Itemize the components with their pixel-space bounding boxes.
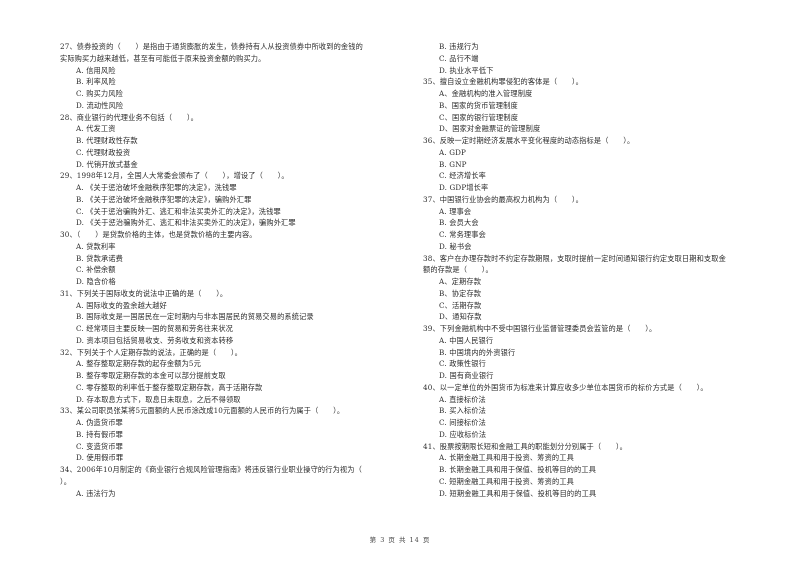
question-stem: 38、客户在办理存款时不约定存款期限，支取时提前一定时间通知银行约定支取日期和支… [423,253,726,263]
answer-option: D. GDP增长率 [439,183,489,192]
answer-option: C. 短期金融工具和用于投资、筹资的工具 [439,476,575,486]
answer-option: A. 长期金融工具和用于投资、筹资的工具 [439,453,574,463]
answer-option: B. 整存零取定期存款的本金可以部分提前支取 [76,371,226,380]
question-stem: 41、股票按期限长短和金融工具的职能划分分别属于（ ）。 [423,441,627,451]
answer-option: B. GNP [439,159,467,169]
question-stem: 28、商业银行的代理业务不包括（ ）。 [60,112,198,122]
answer-option: D. 资本项目包括贸易收支、劳务收支和资本转移 [76,335,234,345]
answer-option: B. 长期金融工具和用于保值、投机等目的的工具 [439,465,597,474]
answer-option: B. 会员大会 [439,218,479,228]
answer-option: B. 持有假币罪 [76,429,123,439]
answer-option: D. 国有商业银行 [439,371,494,380]
answer-option: D. 秘书会 [439,241,472,251]
question-stem: 40、以一定单位的外国货币为标准来计算应收多少单位本国货币的标价方式是（ ）。 [423,382,708,392]
answer-option: A. 国际收支的盈余越大越好 [76,300,167,310]
answer-option: A、定期存款 [439,277,482,286]
answer-option: A. 理事会 [439,206,472,216]
answer-option: A. 贷款利率 [76,241,116,251]
answer-option: C. 经济增长率 [439,171,486,181]
answer-option: D. 使用假币罪 [76,453,124,463]
question-stem-continuation: 实际购买力越来越低，甚至有可能低于原来投资金额的购买力。 [60,53,266,63]
answer-option: A. 整存整取定期存款的起存金额为5元 [76,359,201,369]
question-stem: 27、债券投资的（ ）是指由于通货膨胀的发生，债券持有人从投资债券中所收到的金钱… [60,42,363,51]
question-stem: 33、某公司职员张某将5元面额的人民币涂改成10元面额的人民币的行为属于（ ）。 [60,406,345,416]
answer-option: A. 中国人民银行 [439,335,494,345]
answer-option: A. 伪造货币罪 [76,418,123,427]
answer-option: C. 政策性银行 [439,359,486,369]
question-stem: 35、擅自设立金融机构罪侵犯的客体是（ ）。 [423,77,583,87]
question-stem-continuation: 额的存款是（ ）。 [423,265,493,275]
question-stem: 32、下列关于个人定期存款的说法，正确的是（ ）。 [60,347,242,357]
answer-option: C. 品行不端 [439,53,479,63]
answer-option: B. 违规行为 [439,42,479,51]
answer-option: C. 购买力风险 [76,89,123,98]
question-stem: 39、下列金融机构中不受中国银行业监督管理委员会监管的是（ ）。 [423,324,657,333]
right-column: B. 违规行为 C. 品行不端 D. 执业水平低下 35、擅自设立金融机构罪侵犯的客体… [423,41,775,499]
answer-option: D. 短期金融工具和用于保值、投机等目的的工具 [439,488,597,498]
answer-option: C. 零存整取的利率低于整存整取定期存款，高于活期存款 [76,382,263,392]
answer-option: C. 常务理事会 [439,230,486,239]
answer-option: B、协定存款 [439,288,482,298]
question-stem-continuation: ）。 [60,476,72,486]
answer-option: B. 买入标价法 [439,406,486,416]
answer-option: A. 直接标价法 [439,394,486,404]
answer-option: A. 信用风险 [76,65,116,75]
answer-option: A. 代发工资 [76,124,116,134]
question-stem: 36、反映一定时期经济发展水平变化程度的动态指标是（ ）。 [423,136,635,145]
question-stem: 34、2006年10月制定的《商业银行合规风险管理指南》将违反银行业职业操守的行… [60,465,362,474]
answer-option: C. 补偿余额 [76,265,116,275]
answer-option: B. 《关于惩治破坏金融秩序犯罪的决定》，骗购外汇罪 [76,194,252,204]
answer-option: A. GDP [439,147,467,157]
answer-option: B. 中国境内的外资银行 [439,347,516,357]
answer-option: D、通知存款 [439,312,482,322]
answer-option: C. 变造货币罪 [76,441,123,451]
left-column: 27、债券投资的（ ）是指由于通货膨胀的发生，债券持有人从投资债券中所收到的金钱… [60,41,412,499]
answer-option: C. 经常项目主要反映一国的贸易和劳务往来状况 [76,324,234,333]
answer-option: A. 《关于惩治破坏金融秩序犯罪的决定》，洗钱罪 [76,183,237,192]
document-page: 27、债券投资的（ ）是指由于通货膨胀的发生，债券持有人从投资债券中所收到的金钱… [0,0,800,565]
answer-option: B、国家的货币管理制度 [439,100,518,110]
answer-option: A、金融机构的准入管理制度 [439,89,533,98]
question-stem: 30、（ ）是贷款价格的主体，也是贷款价格的主要内容。 [60,230,257,239]
answer-option: D. 应收标价法 [439,429,487,439]
answer-option: D. 存本取息方式下，取息日未取息，之后不得领取 [76,394,241,404]
page-footer: 第 3 页 共 14 页 [369,536,431,544]
question-stem: 37、中国银行业协会的最高权力机构为（ ）。 [423,194,583,204]
answer-option: B. 利率风险 [76,77,116,87]
question-stem: 31、下列关于国际收支的说法中正确的是（ ）。 [60,288,228,298]
answer-option: B. 贷款承诺费 [76,253,123,263]
answer-option: C. 《关于惩治骗购外汇、逃汇和非法买卖外汇的决定》，洗钱罪 [76,206,281,216]
answer-option: C、活期存款 [439,300,482,310]
answer-option: D. 隐含价格 [76,277,116,286]
answer-option: D. 代销开放式基金 [76,159,138,169]
answer-option: C. 代理财政投资 [76,147,131,157]
answer-option: B. 代理财政性存款 [76,136,138,145]
answer-option: D. 《关于惩治骗购外汇、逃汇和非法买卖外汇的决定》，骗购外汇罪 [76,218,296,228]
answer-option: A. 违法行为 [76,488,116,498]
answer-option: D、国家对金融票证的管理制度 [439,124,541,134]
answer-option: D. 执业水平低下 [439,65,494,75]
answer-option: B. 国际收支是一国居民在一定时期内与非本国居民的贸易交易的系统记录 [76,312,314,322]
question-stem: 29、1998年12月，全国人大常委会颁布了（ ），增设了（ ）。 [60,171,289,181]
answer-option: C. 间接标价法 [439,418,486,427]
answer-option: D. 流动性风险 [76,100,124,110]
answer-option: C、国家的银行管理制度 [439,112,519,122]
